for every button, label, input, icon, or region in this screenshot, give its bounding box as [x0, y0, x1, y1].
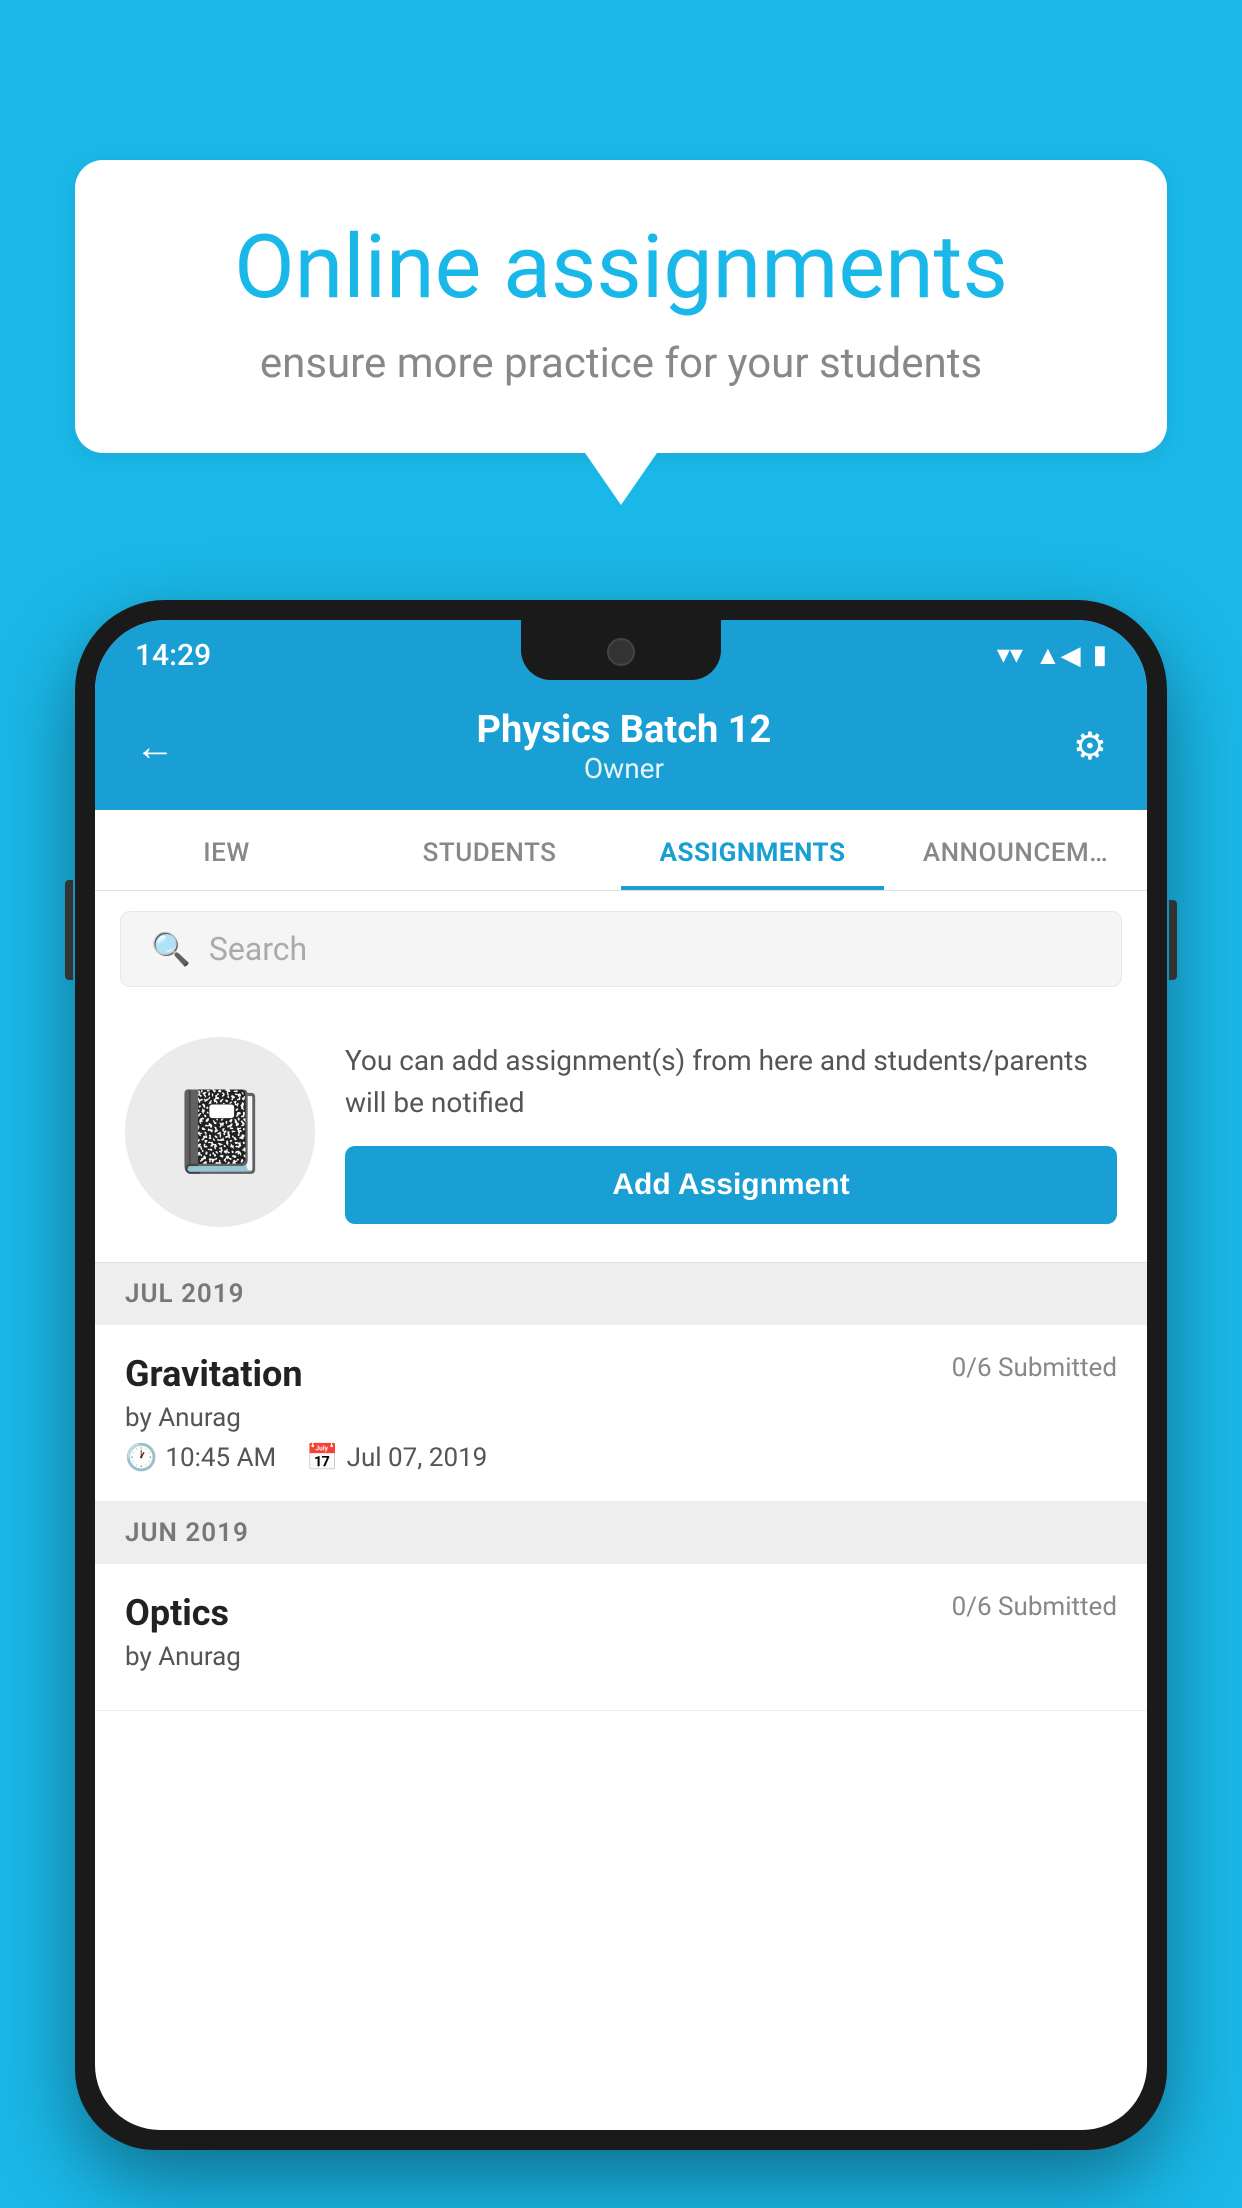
phone-camera	[607, 638, 635, 666]
header-title: Physics Batch 12	[175, 708, 1073, 752]
assignment-submitted-gravitation: 0/6 Submitted	[952, 1353, 1117, 1383]
assignment-meta-gravitation: 🕐 10:45 AM 📅 Jul 07, 2019	[125, 1443, 1117, 1473]
meta-time-gravitation: 🕐 10:45 AM	[125, 1443, 276, 1473]
status-icons: ▾▾ ▲◀ ▮	[997, 640, 1107, 671]
assignment-item-gravitation[interactable]: Gravitation 0/6 Submitted by Anurag 🕐 10…	[95, 1325, 1147, 1502]
promo-text: You can add assignment(s) from here and …	[345, 1040, 1117, 1124]
assignment-author-optics: by Anurag	[125, 1642, 1117, 1672]
settings-icon[interactable]: ⚙	[1073, 724, 1107, 769]
assignment-author-gravitation: by Anurag	[125, 1403, 1117, 1433]
assignment-date-gravitation: Jul 07, 2019	[347, 1443, 488, 1473]
side-btn-left	[65, 880, 73, 980]
battery-icon: ▮	[1093, 640, 1107, 670]
phone-notch	[521, 620, 721, 680]
meta-date-gravitation: 📅 Jul 07, 2019	[306, 1443, 487, 1473]
side-btn-right	[1169, 900, 1177, 980]
signal-icon: ▲◀	[1035, 640, 1081, 671]
add-assignment-button[interactable]: Add Assignment	[345, 1146, 1117, 1224]
tab-announcements[interactable]: ANNOUNCEM…	[884, 810, 1147, 890]
header-subtitle: Owner	[175, 752, 1073, 785]
assignment-top-row: Gravitation 0/6 Submitted	[125, 1353, 1117, 1395]
assignment-item-optics[interactable]: Optics 0/6 Submitted by Anurag	[95, 1564, 1147, 1711]
speech-bubble: Online assignments ensure more practice …	[75, 160, 1167, 453]
app-header: ← Physics Batch 12 Owner ⚙	[95, 690, 1147, 810]
bubble-title: Online assignments	[145, 220, 1097, 317]
clock-icon: 🕐	[125, 1443, 157, 1473]
speech-bubble-container: Online assignments ensure more practice …	[75, 160, 1167, 453]
status-time: 14:29	[135, 638, 211, 673]
search-placeholder: Search	[209, 930, 307, 968]
bubble-subtitle: ensure more practice for your students	[145, 339, 1097, 388]
back-button[interactable]: ←	[135, 723, 175, 770]
tabs-bar: IEW STUDENTS ASSIGNMENTS ANNOUNCEM…	[95, 810, 1147, 891]
assignment-title-gravitation: Gravitation	[125, 1353, 303, 1395]
assignment-time-gravitation: 10:45 AM	[165, 1443, 276, 1473]
section-header-jul: JUL 2019	[95, 1263, 1147, 1325]
promo-icon-circle: 📓	[125, 1037, 315, 1227]
header-title-block: Physics Batch 12 Owner	[175, 708, 1073, 785]
wifi-icon: ▾▾	[997, 640, 1023, 670]
calendar-icon: 📅	[306, 1443, 338, 1473]
phone-screen: 14:29 ▾▾ ▲◀ ▮ ← Physics Batch 12 Owner ⚙…	[95, 620, 1147, 2130]
tab-students[interactable]: STUDENTS	[358, 810, 621, 890]
search-bar[interactable]: 🔍 Search	[120, 911, 1122, 987]
assignment-title-optics: Optics	[125, 1592, 229, 1634]
notebook-icon: 📓	[170, 1085, 270, 1179]
section-header-jun: JUN 2019	[95, 1502, 1147, 1564]
assignment-top-row-optics: Optics 0/6 Submitted	[125, 1592, 1117, 1634]
promo-section: 📓 You can add assignment(s) from here an…	[95, 1007, 1147, 1263]
phone-wrapper: 14:29 ▾▾ ▲◀ ▮ ← Physics Batch 12 Owner ⚙…	[75, 600, 1167, 2208]
assignment-submitted-optics: 0/6 Submitted	[952, 1592, 1117, 1622]
phone-outer: 14:29 ▾▾ ▲◀ ▮ ← Physics Batch 12 Owner ⚙…	[75, 600, 1167, 2150]
promo-right: You can add assignment(s) from here and …	[345, 1040, 1117, 1224]
tab-iew[interactable]: IEW	[95, 810, 358, 890]
search-container: 🔍 Search	[95, 891, 1147, 1007]
tab-assignments[interactable]: ASSIGNMENTS	[621, 810, 884, 890]
search-icon: 🔍	[151, 930, 191, 968]
